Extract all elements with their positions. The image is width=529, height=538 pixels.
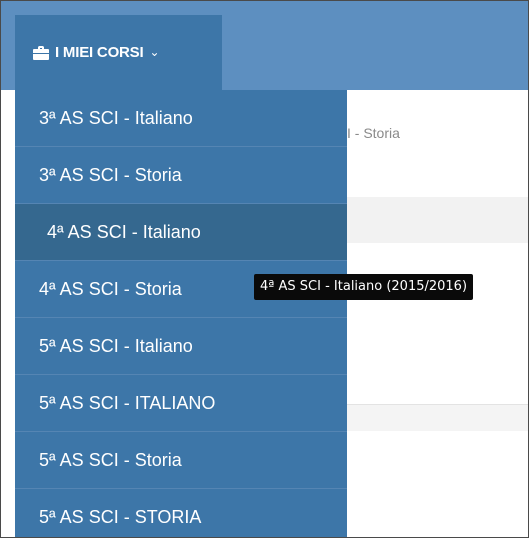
course-menu-item[interactable]: 5ª AS SCI - STORIA [15,489,347,537]
app-frame: I MIEI CORSI ⌄ I - Storia 3ª AS SCI - It… [0,0,529,538]
content-panel [347,243,528,405]
course-tooltip: 4ª AS SCI - Italiano (2015/2016) [254,274,474,300]
my-courses-label: I MIEI CORSI [55,44,144,61]
top-navigation-bar: I MIEI CORSI ⌄ [1,1,528,90]
course-menu-item[interactable]: 5ª AS SCI - ITALIANO [15,375,347,432]
breadcrumb[interactable]: I - Storia [347,125,400,141]
course-menu-item-hovered[interactable]: 4ª AS SCI - Italiano [15,204,347,261]
course-menu-item[interactable]: 3ª AS SCI - Storia [15,147,347,204]
briefcase-icon [33,45,49,60]
course-menu-item[interactable]: 3ª AS SCI - Italiano [15,90,347,147]
chevron-down-icon: ⌄ [149,44,160,59]
my-courses-menu-button[interactable]: I MIEI CORSI ⌄ [15,15,222,90]
course-menu-item[interactable]: 5ª AS SCI - Storia [15,432,347,489]
page-section-header [347,197,528,243]
course-menu-item[interactable]: 5ª AS SCI - Italiano [15,318,347,375]
courses-dropdown-menu: 3ª AS SCI - Italiano 3ª AS SCI - Storia … [15,90,347,537]
page-section-footer [347,405,528,431]
